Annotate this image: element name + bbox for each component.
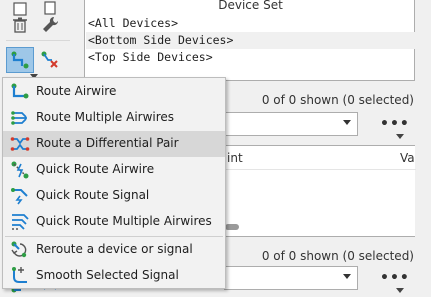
chevron-down-icon xyxy=(343,120,351,125)
menu-item-label: Route Multiple Airwires xyxy=(36,110,175,124)
route-menu: Route Airwire Route Multiple Airwires Ro… xyxy=(2,77,226,289)
menu-item-reroute[interactable]: Reroute a device or signal xyxy=(3,237,225,263)
route-multiple-airwires-icon xyxy=(11,111,27,125)
column-header[interactable]: Va xyxy=(400,151,415,165)
filter-combo[interactable] xyxy=(224,112,358,136)
menu-item-smooth-signal[interactable]: Smooth Selected Signal xyxy=(3,263,225,289)
device-set-item[interactable]: <Top Side Devices> xyxy=(86,49,415,66)
device-set-item[interactable]: <All Devices> xyxy=(86,15,415,32)
menu-item-route-multiple-airwires[interactable]: Route Multiple Airwires xyxy=(3,105,225,131)
quick-route-multiple-airwires-icon xyxy=(12,214,29,230)
more-options-button[interactable]: ••• xyxy=(380,116,410,132)
chevron-down-icon[interactable] xyxy=(396,288,404,293)
menu-item-label: Quick Route Signal xyxy=(36,188,150,202)
route-airwire-icon xyxy=(11,83,29,99)
menu-item-quick-route-multiple-airwires[interactable]: Quick Route Multiple Airwires xyxy=(3,209,225,235)
device-set-item-selected[interactable]: <Bottom Side Devices> xyxy=(86,32,415,49)
menu-item-label: Smooth Selected Signal xyxy=(36,268,179,282)
column-header[interactable]: int xyxy=(227,151,243,165)
menu-item-label: Route a Differential Pair xyxy=(36,136,179,150)
wrench-icon[interactable] xyxy=(36,12,64,38)
chevron-down-icon xyxy=(343,274,351,279)
menu-item-route-differential-pair[interactable]: Route a Differential Pair xyxy=(3,131,225,157)
menu-item-label: Quick Route Multiple Airwires xyxy=(36,214,212,228)
scrollbar-thumb[interactable] xyxy=(225,224,239,230)
shown-count: 0 of 0 shown (0 selected) xyxy=(261,93,414,107)
chevron-down-icon[interactable] xyxy=(396,134,404,139)
toolbar-divider xyxy=(6,40,70,41)
menu-item-label: Reroute a device or signal xyxy=(36,242,193,256)
quick-route-airwire-icon xyxy=(11,161,29,179)
smooth-signal-icon xyxy=(12,267,27,283)
device-set-title: Device Set xyxy=(218,0,283,12)
route-differential-pair-icon xyxy=(10,137,30,151)
menu-item-label: Route Airwire xyxy=(36,84,117,98)
reroute-icon xyxy=(11,241,27,258)
lower-filter-combo[interactable] xyxy=(224,266,358,290)
table-header: int Va xyxy=(225,146,416,170)
menu-item-quick-route-signal[interactable]: Quick Route Signal xyxy=(3,183,225,209)
lower-more-options-button[interactable]: ••• xyxy=(380,270,410,286)
trash-icon[interactable] xyxy=(6,12,34,38)
signals-table[interactable]: int Va xyxy=(224,145,416,237)
horizontal-scrollbar[interactable] xyxy=(225,224,416,230)
route-tool-icon[interactable] xyxy=(6,47,34,73)
lower-shown-count: 0 of 0 shown (0 selected) xyxy=(261,249,414,263)
menu-item-label: Quick Route Airwire xyxy=(36,162,155,176)
quick-route-signal-icon xyxy=(11,188,28,205)
unroute-icon[interactable] xyxy=(36,47,64,73)
device-set-list[interactable]: Device Set <All Devices> <Bottom Side De… xyxy=(84,0,415,81)
menu-item-quick-route-airwire[interactable]: Quick Route Airwire xyxy=(3,157,225,183)
menu-item-route-airwire[interactable]: Route Airwire xyxy=(3,79,225,105)
